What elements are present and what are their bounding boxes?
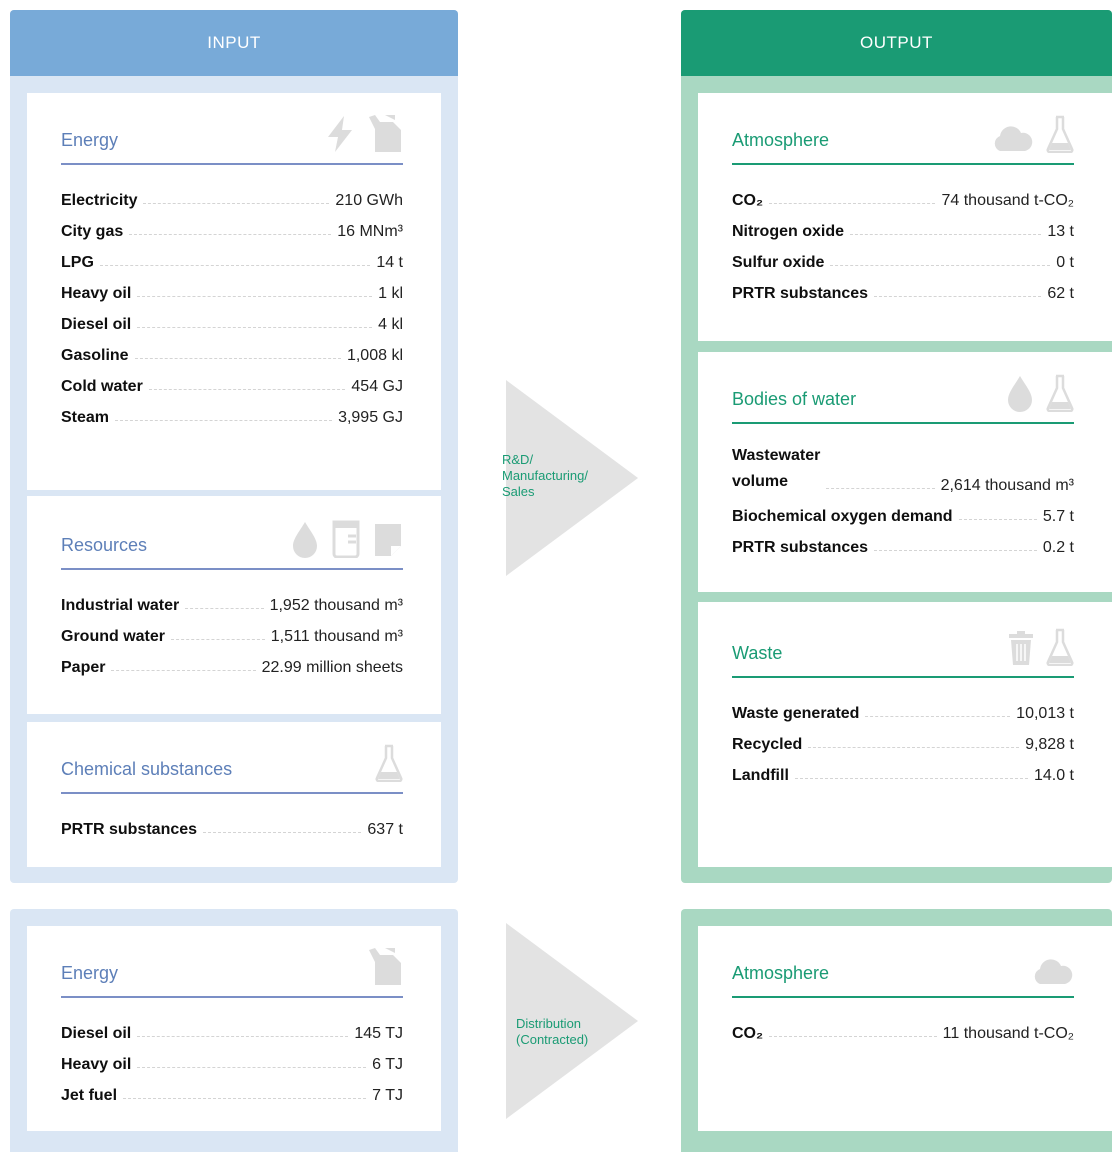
input-chemical-card: Chemical substances PRTR substances 637 t	[27, 722, 441, 867]
input-resources-card: Resources Industrial water 1,952 thousand…	[27, 496, 441, 714]
output-waste-title: Waste	[732, 643, 783, 663]
table-row: LPG 14 t	[61, 254, 403, 271]
output-atmosphere-card: Atmosphere CO₂ 74 thousand t-CO₂ Nitrogen…	[698, 93, 1112, 341]
dist-input-energy-card: Energy Diesel oil 145 TJ Heavy oil 6 TJ Je…	[27, 926, 441, 1131]
process-label-rd: R&D/ Manufacturing/ Sales	[502, 452, 588, 499]
dist-output-atmosphere-card: Atmosphere CO₂ 11 thousand t-CO₂	[698, 926, 1112, 1131]
table-row: CO₂ 11 thousand t-CO₂	[732, 1025, 1074, 1042]
input-header: INPUT	[10, 10, 458, 76]
beaker-icon	[332, 520, 360, 558]
table-row: Paper 22.99 million sheets	[61, 659, 403, 676]
table-row: PRTR substances 637 t	[61, 821, 403, 838]
table-row: Nitrogen oxide 13 t	[732, 223, 1074, 240]
cloud-icon	[1034, 959, 1073, 984]
water-drop-icon	[1008, 376, 1032, 412]
fuel-can-icon	[369, 948, 401, 985]
output-header: OUTPUT	[681, 10, 1112, 76]
flask-icon	[1046, 115, 1074, 153]
input-energy-title: Energy	[61, 130, 119, 150]
table-row: Biochemical oxygen demand 5.7 t	[732, 508, 1074, 525]
water-drop-icon	[293, 522, 317, 558]
cloud-icon	[994, 126, 1033, 151]
output-waste-card: Waste Waste generated 10,013 t Recycled 9,…	[698, 602, 1112, 867]
table-row: Heavy oil 6 TJ	[61, 1056, 403, 1073]
input-chemical-title: Chemical substances	[61, 759, 233, 779]
table-row: Gasoline 1,008 kl	[61, 347, 403, 364]
process-label-distribution: Distribution (Contracted)	[516, 1016, 589, 1047]
flask-icon	[375, 744, 403, 782]
table-row: CO₂ 74 thousand t-CO₂	[732, 192, 1074, 209]
table-row: Electricity 210 GWh	[61, 192, 403, 209]
table-row: Heavy oil 1 kl	[61, 285, 403, 302]
table-row: Ground water 1,511 thousand m³	[61, 628, 403, 645]
flask-icon	[1046, 374, 1074, 412]
fuel-can-icon	[369, 115, 401, 152]
table-row: Diesel oil 145 TJ	[61, 1025, 403, 1042]
flask-icon	[1046, 628, 1074, 666]
table-row: Sulfur oxide 0 t	[732, 254, 1074, 271]
table-row: Recycled 9,828 t	[732, 736, 1074, 753]
table-row: Industrial water 1,952 thousand m³	[61, 597, 403, 614]
input-energy-card: Energy Electricity 210 GWh City gas 16 MNm…	[27, 93, 441, 490]
input-resources-title: Resources	[61, 535, 148, 555]
table-row: Landfill 14.0 t	[732, 767, 1074, 784]
table-row: City gas 16 MNm³	[61, 223, 403, 240]
trash-icon	[1009, 631, 1033, 665]
lightning-icon	[328, 116, 352, 152]
table-row: PRTR substances 0.2 t	[732, 539, 1074, 556]
table-row: Cold water 454 GJ	[61, 378, 403, 395]
table-row: Steam 3,995 GJ	[61, 409, 403, 426]
table-row: Wastewater volume 2,614 thousand m³	[732, 447, 1074, 494]
output-water-card: Bodies of water Wastewater volume 2,614 t…	[698, 352, 1112, 592]
table-row: Waste generated 10,013 t	[732, 705, 1074, 722]
table-row: Diesel oil 4 kl	[61, 316, 403, 333]
paper-icon	[375, 524, 401, 556]
dist-energy-title: Energy	[61, 963, 119, 983]
dist-atmosphere-title: Atmosphere	[732, 963, 830, 983]
output-water-title: Bodies of water	[732, 389, 857, 409]
output-atmosphere-title: Atmosphere	[732, 130, 830, 150]
table-row: PRTR substances 62 t	[732, 285, 1074, 302]
table-row: Jet fuel 7 TJ	[61, 1087, 403, 1104]
